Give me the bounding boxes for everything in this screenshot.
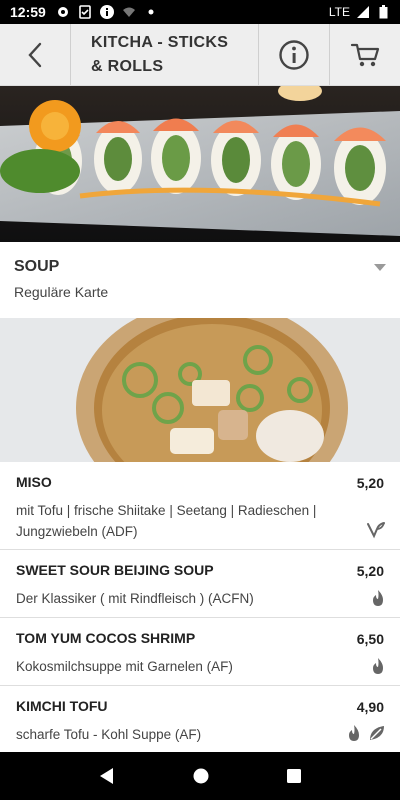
spicy-icon (373, 658, 383, 674)
menu-item-name: MISO (16, 474, 52, 490)
back-chevron-icon (28, 42, 42, 67)
menu-item[interactable]: MISO 5,20 mit Tofu | frische Shiitake | … (0, 462, 400, 550)
info-circle-icon (279, 39, 309, 70)
cart-button[interactable] (330, 24, 400, 85)
menu-item-name: KIMCHI TOFU (16, 698, 108, 714)
menu-item-price: 5,20 (356, 475, 384, 491)
menu-item-name: TOM YUM COCOS SHRIMP (16, 630, 196, 646)
spicy-icon (349, 725, 359, 741)
menu-item-name: SWEET SOUR BEIJING SOUP (16, 562, 214, 578)
nav-home-icon[interactable] (192, 767, 210, 785)
network-label: LTE (328, 5, 350, 19)
status-bar: 12:59 LTE (0, 0, 400, 24)
vegan-icon (367, 522, 385, 539)
restaurant-title: KITCHA - STICKS & ROLLS (91, 33, 229, 75)
back-button[interactable] (0, 24, 70, 85)
menu-item-list: MISO 5,20 mit Tofu | frische Shiitake | … (0, 462, 400, 752)
system-nav-bar (0, 752, 400, 800)
vegetarian-icon (370, 726, 384, 740)
menu-item[interactable]: TOM YUM COCOS SHRIMP 6,50 Kokosmilchsupp… (0, 618, 400, 686)
signal-icon (356, 5, 370, 19)
nav-recents-icon[interactable] (286, 768, 302, 784)
status-time: 12:59 (10, 4, 46, 20)
app-header: KITCHA - STICKS & ROLLS (0, 24, 400, 86)
chevron-down-icon (374, 264, 386, 271)
category-title: SOUP (14, 258, 60, 275)
menu-item-price: 6,50 (356, 631, 384, 647)
cart-icon (350, 43, 380, 66)
spicy-icon (373, 590, 383, 606)
menu-item-price: 5,20 (356, 563, 384, 579)
dot-icon (144, 5, 158, 19)
category-header[interactable]: SOUP Reguläre Karte (0, 242, 400, 318)
gear-icon (56, 5, 70, 19)
info-icon (99, 5, 114, 19)
info-button[interactable] (259, 24, 329, 85)
nav-back-icon[interactable] (98, 767, 116, 785)
category-subtitle: Reguläre Karte (14, 284, 109, 300)
battery-icon (376, 5, 390, 19)
category-image (0, 318, 400, 462)
menu-item-description: mit Tofu | frische Shiitake | Seetang | … (16, 503, 317, 539)
menu-item-price: 4,90 (356, 699, 384, 715)
restaurant-hero-image (0, 86, 400, 242)
menu-item-description: Der Klassiker ( mit Rindfleisch ) (ACFN) (16, 591, 254, 606)
menu-item-description: scharfe Tofu - Kohl Suppe (AF) (16, 727, 202, 742)
wifi-off-icon (122, 5, 136, 19)
clipboard-check-icon (78, 5, 92, 19)
menu-item[interactable]: KIMCHI TOFU 4,90 scharfe Tofu - Kohl Sup… (0, 686, 400, 752)
menu-item[interactable]: SWEET SOUR BEIJING SOUP 5,20 Der Klassik… (0, 550, 400, 618)
menu-item-description: Kokosmilchsuppe mit Garnelen (AF) (16, 659, 233, 674)
